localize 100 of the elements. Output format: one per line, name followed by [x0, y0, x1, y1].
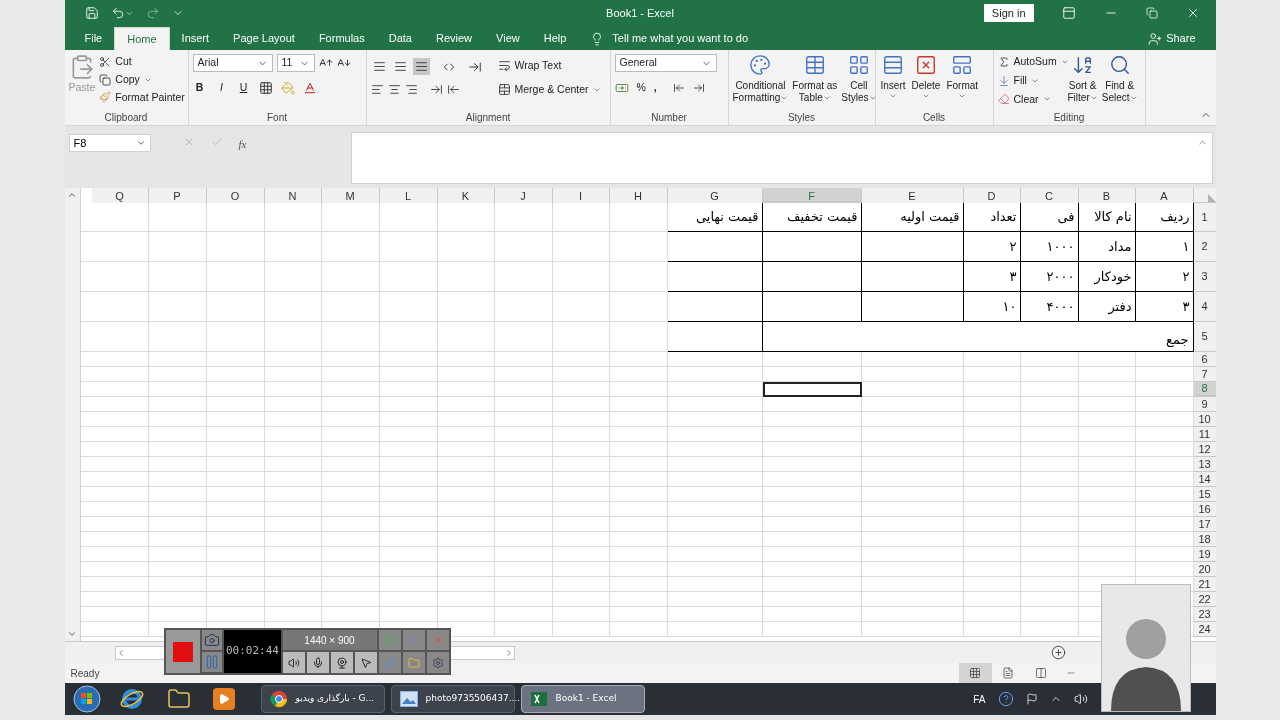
find-select-button[interactable]: Find & Select — [1101, 54, 1138, 111]
cell[interactable] — [762, 262, 862, 292]
table-cell[interactable]: فی — [1020, 203, 1079, 232]
row-header[interactable]: 17 — [1193, 517, 1216, 532]
taskbar-button[interactable]: Book1 - Excel — [520, 685, 645, 713]
column-header[interactable]: M — [321, 188, 380, 203]
table-cell[interactable]: نام کالا — [1078, 203, 1136, 232]
number-format-field[interactable]: General — [614, 54, 717, 72]
view-button[interactable] — [958, 663, 992, 683]
row-header[interactable]: 1 — [1193, 203, 1216, 232]
decrease-decimal-icon[interactable] — [692, 81, 705, 94]
cell[interactable] — [667, 292, 763, 322]
cell[interactable] — [861, 292, 964, 322]
new-sheet-icon[interactable] — [1050, 645, 1066, 660]
row-header[interactable]: 22 — [1193, 592, 1216, 607]
tell-me-search[interactable]: Tell me what you want to do — [612, 30, 749, 47]
row-header[interactable]: 2 — [1193, 232, 1216, 262]
ribbon-tab[interactable]: Page Layout — [221, 27, 307, 50]
flag-icon[interactable] — [1025, 693, 1038, 705]
align-center-icon[interactable] — [387, 83, 401, 96]
ribbon-tab[interactable]: Formulas — [306, 27, 377, 50]
microphone-icon[interactable] — [311, 656, 324, 669]
row-header[interactable]: 24 — [1193, 622, 1216, 637]
cut-button[interactable]: Cut — [99, 54, 185, 70]
cell[interactable] — [762, 232, 862, 262]
cell[interactable] — [667, 232, 763, 262]
column-header[interactable]: F — [762, 188, 862, 203]
scroll-up-icon[interactable] — [67, 190, 77, 200]
select-all-corner[interactable] — [1193, 188, 1216, 203]
enter-icon[interactable] — [210, 136, 223, 148]
increase-decimal-icon[interactable] — [672, 81, 685, 94]
column-header[interactable]: D — [963, 188, 1021, 203]
table-cell[interactable]: مداد — [1078, 232, 1136, 262]
taskbar-button[interactable]: بارگذاری ویدیو - G... — [260, 685, 385, 713]
formula-field[interactable] — [350, 132, 1213, 184]
column-header[interactable]: P — [148, 188, 207, 203]
cell[interactable] — [667, 322, 763, 352]
row-header[interactable]: 5 — [1193, 322, 1216, 352]
align-left-icon[interactable] — [370, 83, 384, 96]
cells-button[interactable]: Insert — [879, 54, 907, 111]
column-header[interactable]: N — [264, 188, 322, 203]
row-header[interactable]: 6 — [1193, 352, 1216, 367]
restore-icon[interactable] — [1145, 7, 1158, 19]
italic-button[interactable]: I — [214, 80, 229, 96]
vertical-align-button[interactable] — [412, 58, 430, 75]
table-cell[interactable]: ۴۰۰۰ — [1020, 292, 1079, 322]
row-header[interactable]: 15 — [1193, 487, 1216, 502]
settings-icon[interactable] — [431, 656, 444, 669]
row-header[interactable]: 18 — [1193, 532, 1216, 547]
bold-button[interactable]: B — [192, 80, 207, 96]
merge-center-button[interactable]: Merge & Center — [497, 81, 601, 98]
merged-cell[interactable]: جمع — [762, 322, 1194, 352]
column-header[interactable]: B — [1078, 188, 1136, 203]
ribbon-tab[interactable]: Insert — [169, 27, 222, 50]
cell[interactable] — [667, 262, 763, 292]
column-header[interactable]: H — [609, 188, 668, 203]
save-icon[interactable] — [84, 6, 99, 20]
table-cell[interactable]: ۳ — [1135, 292, 1194, 322]
row-header[interactable]: 23 — [1193, 607, 1216, 622]
font-size-field[interactable]: 11 — [276, 54, 315, 72]
fill-color-icon[interactable] — [280, 80, 295, 95]
media-player-icon[interactable] — [212, 688, 235, 710]
row-header[interactable]: 12 — [1193, 442, 1216, 457]
stop-button[interactable] — [165, 630, 201, 673]
column-header[interactable]: I — [552, 188, 610, 203]
share-button[interactable]: Share — [1148, 27, 1216, 50]
row-header[interactable]: 13 — [1193, 457, 1216, 472]
ribbon-tab[interactable]: Data — [376, 27, 424, 50]
cell[interactable] — [861, 262, 964, 292]
row-header[interactable]: 10 — [1193, 412, 1216, 427]
table-cell[interactable]: ۱ — [1135, 232, 1194, 262]
table-cell[interactable]: قیمت تخفیف — [762, 203, 862, 232]
active-cell[interactable] — [762, 382, 862, 397]
cell[interactable] — [762, 292, 862, 322]
comma-button[interactable]: , — [653, 80, 657, 96]
sign-in-button[interactable]: Sign in — [983, 4, 1034, 22]
name-box[interactable]: F8 — [68, 134, 151, 152]
ribbon-tab[interactable]: View — [484, 27, 532, 50]
wrap-text-button[interactable]: Wrap Text — [497, 58, 601, 74]
folder-icon[interactable] — [166, 687, 191, 711]
cell[interactable] — [861, 232, 964, 262]
text-direction-icon[interactable] — [467, 59, 482, 74]
column-header[interactable]: O — [206, 188, 265, 203]
row-header[interactable]: 9 — [1193, 397, 1216, 412]
scroll-down-icon[interactable] — [67, 629, 77, 639]
internet-browser-icon[interactable] — [118, 686, 145, 712]
table-cell[interactable]: ردیف — [1135, 203, 1194, 232]
table-cell[interactable]: ۳ — [963, 262, 1021, 292]
cells-button[interactable]: Format — [945, 54, 980, 111]
region-icon[interactable] — [383, 634, 396, 646]
speaker-icon[interactable] — [287, 656, 300, 669]
column-header[interactable]: K — [437, 188, 495, 203]
insert-function-button[interactable]: fx — [238, 136, 247, 153]
ribbon-tab[interactable]: Home — [114, 27, 170, 50]
camera-icon[interactable] — [204, 632, 221, 648]
table-cell[interactable]: ۲ — [1135, 262, 1194, 292]
align-right-icon[interactable] — [404, 83, 418, 96]
table-cell[interactable]: تعداد — [963, 203, 1021, 232]
table-cell[interactable]: دفتر — [1078, 292, 1136, 322]
table-cell[interactable]: ۱۰ — [963, 292, 1021, 322]
